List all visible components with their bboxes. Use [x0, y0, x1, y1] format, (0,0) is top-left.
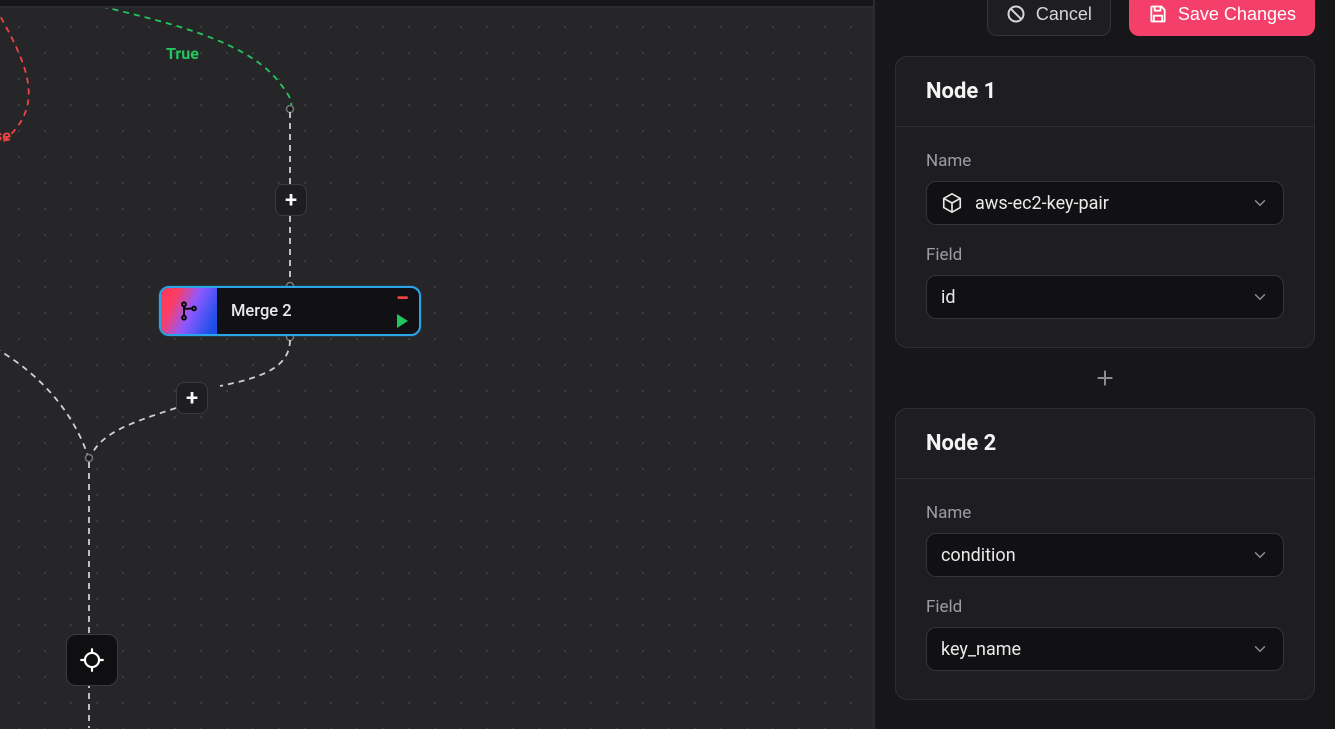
node2-field-label: Field — [926, 597, 1284, 617]
node-label: Merge 2 — [231, 302, 292, 321]
chevron-down-icon — [1251, 288, 1269, 306]
plus-icon — [1095, 368, 1115, 388]
add-node-button-bottom[interactable]: + — [176, 382, 208, 414]
cancel-icon — [1006, 4, 1026, 24]
node-run-icon[interactable] — [397, 314, 408, 328]
add-node-section-button[interactable] — [895, 368, 1315, 388]
edges-layer — [0, 8, 873, 729]
node2-field-select[interactable]: key_name — [926, 627, 1284, 671]
crosshair-icon — [79, 647, 105, 673]
recenter-button[interactable] — [66, 634, 118, 686]
add-node-button-top[interactable]: + — [275, 184, 307, 216]
node1-name-label: Name — [926, 151, 1284, 171]
chevron-down-icon — [1251, 546, 1269, 564]
save-icon — [1148, 4, 1168, 24]
node2-name-label: Name — [926, 503, 1284, 523]
chevron-down-icon — [1251, 194, 1269, 212]
save-button-label: Save Changes — [1178, 4, 1296, 25]
node1-field-select[interactable]: id — [926, 275, 1284, 319]
node1-name-select[interactable]: aws-ec2-key-pair — [926, 181, 1284, 225]
cube-icon — [941, 192, 963, 214]
node1-name-value: aws-ec2-key-pair — [975, 193, 1109, 214]
node1-field-label: Field — [926, 245, 1284, 265]
node2-section: Node 2 Name condition Field key_name — [895, 408, 1315, 700]
merge-icon — [161, 288, 217, 334]
node1-field-value: id — [941, 287, 956, 308]
panel-actions: Cancel Save Changes — [895, 0, 1315, 36]
node2-title: Node 2 — [896, 409, 1314, 479]
cancel-button[interactable]: Cancel — [987, 0, 1111, 36]
node-merge-2[interactable]: Merge 2 − — [159, 286, 421, 336]
workflow-canvas[interactable]: True se Merge 2 − + + — [0, 8, 873, 729]
chevron-down-icon — [1251, 640, 1269, 658]
edge-label-false: se — [0, 126, 11, 145]
save-button[interactable]: Save Changes — [1129, 0, 1315, 36]
node2-name-select[interactable]: condition — [926, 533, 1284, 577]
properties-panel: Cancel Save Changes Node 1 Name aws-ec2-… — [873, 0, 1335, 729]
node1-section: Node 1 Name aws-ec2-key-pair Field id — [895, 56, 1315, 348]
edge-label-true: True — [166, 44, 199, 63]
node-remove-icon[interactable]: − — [396, 294, 409, 302]
node2-name-value: condition — [941, 545, 1016, 566]
cancel-button-label: Cancel — [1036, 4, 1092, 25]
node2-field-value: key_name — [941, 639, 1021, 660]
node1-title: Node 1 — [896, 57, 1314, 127]
